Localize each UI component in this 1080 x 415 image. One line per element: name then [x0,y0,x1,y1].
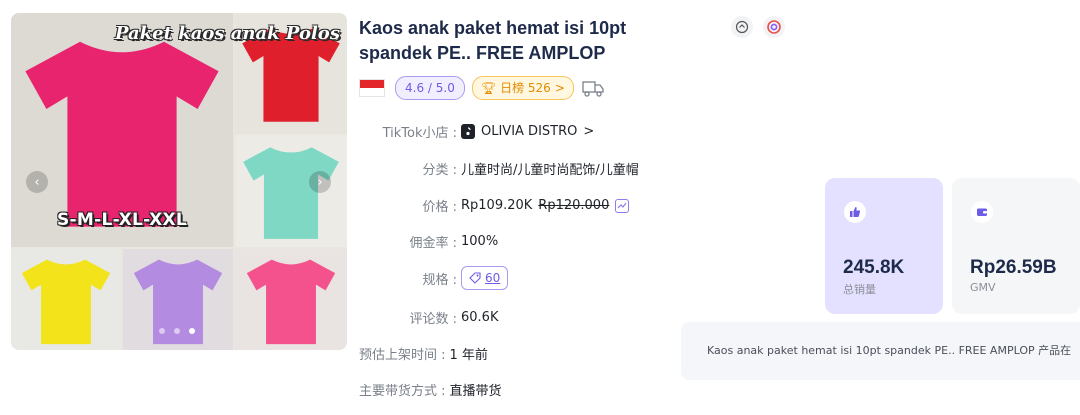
link-icon[interactable] [731,16,753,38]
chevron-right-icon: > [583,124,595,139]
daily-rank-badge[interactable]: 🏆︎ 日榜 526 > [471,76,574,100]
spec-row: 规格 : 60 [359,266,509,290]
product-photo-hotpink-shirt [235,249,347,350]
price-row: 价格 : Rp109.20K Rp120.000 [359,196,630,215]
product-photo-yellow-shirt [11,249,121,350]
gallery-next-button[interactable]: › [309,171,331,193]
sales-mode-value: 直播带货 [449,384,502,399]
gallery-dot-active[interactable] [189,328,195,334]
total-sales-label: 总销量 [843,283,876,296]
product-badges: 4.6 / 5.0 🏆︎ 日榜 526 > [359,76,605,100]
rating-badge: 4.6 / 5.0 [395,76,465,100]
category-label: 分类 : [422,163,457,178]
gallery-dot[interactable] [174,328,180,334]
tag-icon [469,272,481,284]
sales-mode-row: 主要带货方式 : 直播带货 [359,380,502,399]
category-row: 分类 : 儿童时尚/儿童时尚配饰/儿童帽 [359,159,639,178]
reviews-row: 评论数 : 60.6K [359,308,498,327]
ai-analysis-icon[interactable] [763,16,785,38]
commission-label: 佣金率 : [409,236,457,251]
delivery-truck-icon [582,81,604,97]
listing-time-label: 预估上架时间 : [359,348,446,363]
product-image-gallery[interactable]: Paket kaos anak Polos S-M-L-XL-XXL ‹ › [11,13,347,350]
chevron-right-icon: › [317,174,323,190]
price-label: 价格 : [422,200,457,215]
total-sales-value: 245.8K [843,257,905,278]
chevron-right-icon: > [554,81,565,95]
product-summary-banner: Kaos anak paket hemat isi 10pt spandek P… [681,322,1080,380]
product-title[interactable]: Kaos anak paket hemat isi 10pt spandek P… [359,16,679,66]
shop-name[interactable]: OLIVIA DISTRO [481,124,577,139]
reviews-label: 评论数 : [409,312,457,327]
shop-label: TikTok小店 : [382,126,457,141]
spec-count[interactable]: 60 [485,271,500,285]
spec-count-button[interactable]: 60 [461,266,509,290]
spec-value-wrap: 60 [461,266,509,290]
shop-row: TikTok小店 : OLIVIA DISTRO > [359,122,594,141]
price-values: Rp109.20K Rp120.000 [461,198,630,213]
thumbs-up-icon [844,201,866,223]
total-sales-card[interactable]: 245.8K 总销量 [825,178,943,314]
chevron-left-icon: ‹ [34,174,40,190]
gmv-label: GMV [970,281,996,294]
price-current: Rp109.20K [461,198,533,213]
wallet-icon [971,201,993,223]
category-value: 儿童时尚/儿童时尚配饰/儿童帽 [461,163,639,178]
commission-row: 佣金率 : 100% [359,232,498,251]
price-original: Rp120.000 [538,198,610,213]
gallery-prev-button[interactable]: ‹ [26,171,48,193]
indonesia-flag-icon [359,79,385,97]
shop-bag-icon [461,124,475,139]
gallery-pagination-dots[interactable] [159,328,195,334]
listing-time-value: 1 年前 [449,348,488,363]
product-photo-mint-shirt [235,135,347,247]
gallery-overlay-title: Paket kaos anak Polos [115,23,340,44]
price-trend-icon[interactable] [615,198,630,213]
product-photo-purple-shirt [123,249,233,350]
gallery-dot[interactable] [159,328,165,334]
reviews-value: 60.6K [461,310,499,325]
trophy-icon: 🏆︎ [480,81,497,95]
commission-value: 100% [461,234,499,249]
spec-label: 规格 : [422,272,457,288]
sales-mode-label: 主要带货方式 : [359,384,446,399]
daily-rank-label: 日榜 526 [500,81,551,95]
shop-link[interactable]: OLIVIA DISTRO > [461,124,594,139]
gallery-overlay-sizes: S-M-L-XL-XXL [57,210,188,230]
gmv-value: Rp26.59B [970,257,1057,278]
quick-action-icons [731,16,785,38]
listing-time-row: 预估上架时间 : 1 年前 [359,344,488,363]
gmv-card[interactable]: Rp26.59B GMV [952,178,1080,314]
